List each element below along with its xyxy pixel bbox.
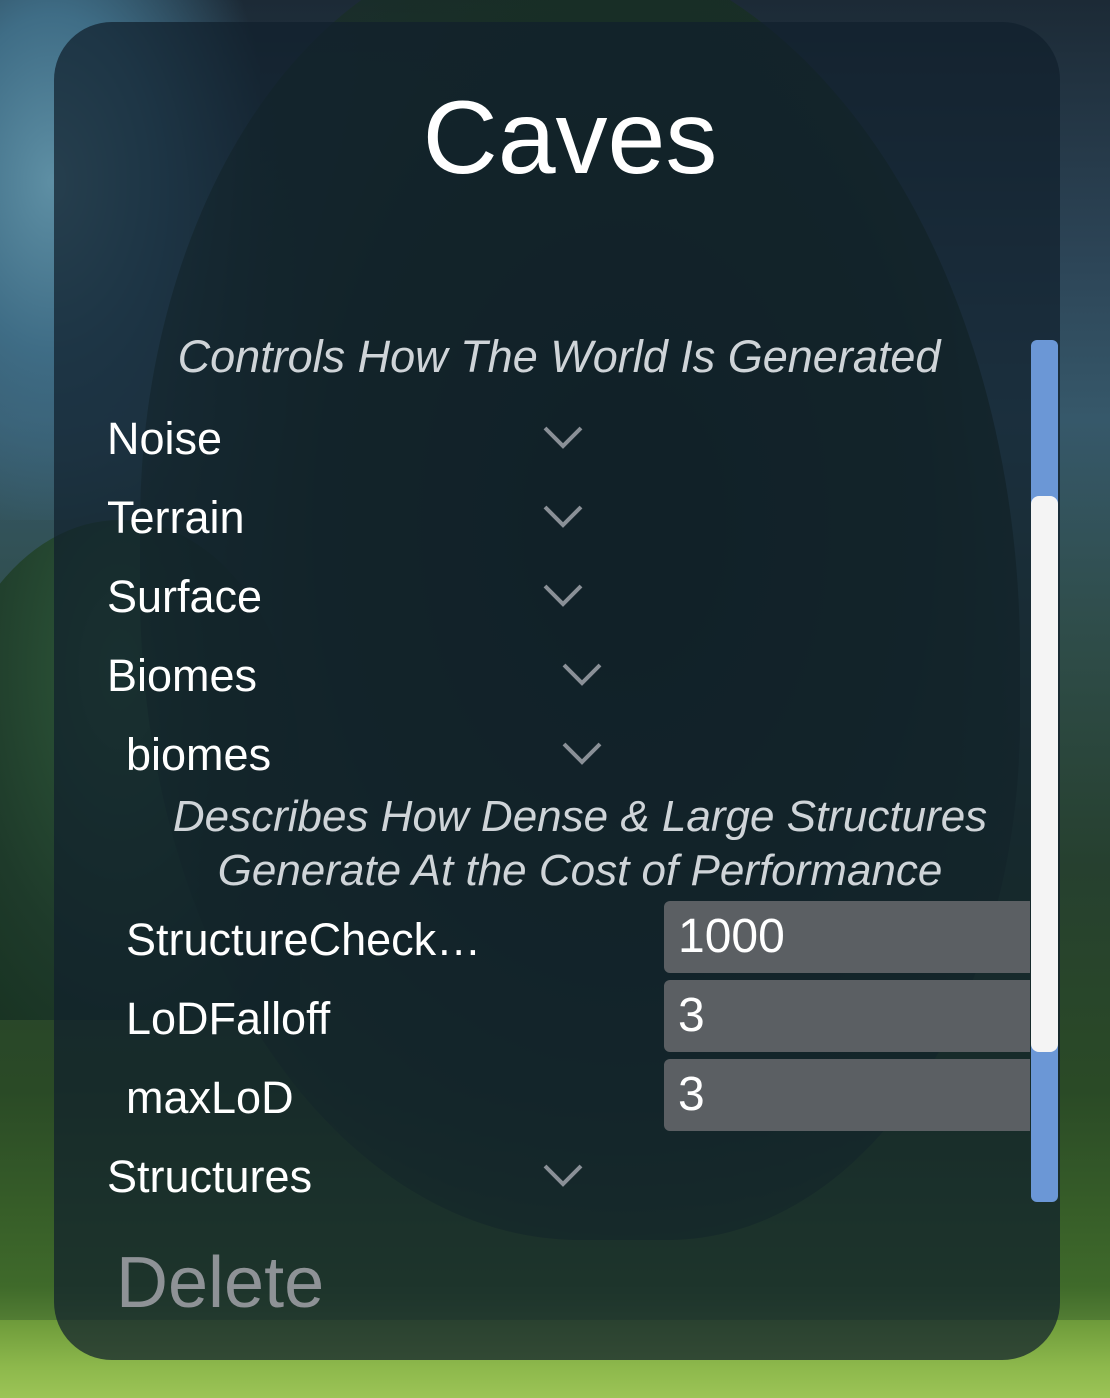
biomes-description-line1: Describes How Dense & Large Structures	[172, 792, 988, 841]
biomes-description: Describes How Dense & Large Structures G…	[120, 790, 1040, 898]
panel-description: Controls How The World Is Generated	[177, 331, 941, 382]
chevron-down-icon[interactable]	[561, 740, 603, 766]
delete-button[interactable]: Delete	[116, 1240, 324, 1326]
section-biomes-label[interactable]: Biomes	[107, 648, 257, 704]
max-lod-label: maxLoD	[126, 1072, 294, 1123]
chevron-down-icon[interactable]	[561, 661, 603, 687]
structure-check-label: StructureCheck…	[126, 914, 482, 965]
chevron-down-icon[interactable]	[542, 503, 584, 529]
biomes-description-line2: Generate At the Cost of Performance	[217, 846, 943, 895]
scrollbar-thumb[interactable]	[1031, 496, 1058, 1052]
lod-falloff-input[interactable]: 3	[664, 980, 1030, 1052]
chevron-down-icon[interactable]	[542, 1162, 584, 1188]
section-structures-label[interactable]: Structures	[107, 1149, 312, 1205]
lod-falloff-label: LoDFalloff	[126, 993, 331, 1044]
structure-check-input[interactable]: 1000	[664, 901, 1030, 973]
subsection-biomes-label[interactable]: biomes	[126, 727, 271, 783]
panel-title: Caves	[422, 80, 718, 196]
chevron-down-icon[interactable]	[542, 582, 584, 608]
max-lod-input[interactable]: 3	[664, 1059, 1030, 1131]
section-noise-label[interactable]: Noise	[107, 411, 222, 467]
section-terrain-label[interactable]: Terrain	[107, 490, 245, 546]
section-surface-label[interactable]: Surface	[107, 569, 262, 625]
chevron-down-icon[interactable]	[542, 424, 584, 450]
